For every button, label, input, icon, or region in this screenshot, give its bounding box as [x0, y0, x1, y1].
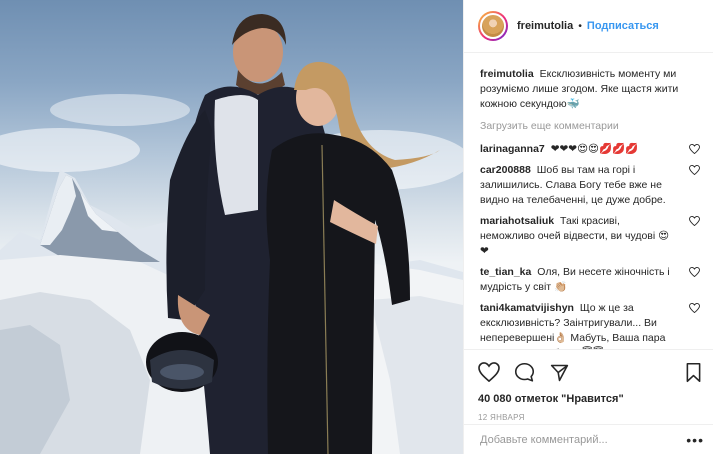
comment-username[interactable]: car200888 [480, 164, 531, 176]
comment-username[interactable]: te_tian_ka [480, 266, 531, 278]
more-options-button[interactable]: ••• [686, 432, 704, 448]
heart-icon[interactable] [478, 362, 500, 382]
comment-username[interactable]: larinaganna7 [480, 143, 545, 155]
likes-count[interactable]: 40 080 отметок "Нравится" [478, 393, 702, 405]
post-actions: 40 080 отметок "Нравится" 12 января [464, 349, 713, 422]
comment-item: te_tian_ka Оля, Ви несете жіночність і м… [480, 265, 701, 295]
mountain-couple-photo [0, 14, 463, 454]
heart-small-icon[interactable] [687, 303, 701, 313]
post-photo[interactable] [0, 0, 463, 454]
comments-list[interactable]: freimutolia Ексклюзивність моменту ми ро… [464, 53, 713, 349]
caption-username[interactable]: freimutolia [480, 68, 534, 80]
add-comment-bar: ••• [464, 424, 713, 454]
post-caption: freimutolia Ексклюзивність моменту ми ро… [480, 67, 701, 112]
heart-small-icon[interactable] [687, 144, 701, 154]
add-comment-input[interactable] [480, 433, 687, 446]
heart-small-icon[interactable] [687, 216, 701, 226]
post-sidebar: freimutolia • Подписаться freimutolia Ек… [463, 0, 713, 454]
share-icon[interactable] [549, 362, 570, 383]
post-date[interactable]: 12 января [478, 413, 702, 422]
comment-icon[interactable] [514, 362, 535, 383]
heart-small-icon[interactable] [687, 165, 701, 175]
follow-button[interactable]: Подписаться [587, 20, 659, 32]
avatar-image [480, 13, 506, 39]
heart-small-icon[interactable] [687, 267, 701, 277]
comment-text: ❤❤❤😍😍💋💋💋 [550, 143, 639, 155]
comment-item: mariahotsaliuk Такі красиві, неможливо о… [480, 214, 701, 259]
avatar[interactable] [478, 11, 508, 41]
load-more-comments-link[interactable]: Загрузить еще комментарии [480, 120, 701, 132]
comment-item: larinaganna7 ❤❤❤😍😍💋💋💋 [480, 142, 701, 157]
bookmark-icon[interactable] [685, 362, 702, 383]
comment-username[interactable]: tani4kamatvijishyn [480, 302, 574, 314]
header-username[interactable]: freimutolia [517, 20, 573, 32]
comment-item: tani4kamatvijishyn Що ж це за ексклюзивн… [480, 301, 701, 349]
post-header: freimutolia • Подписаться [464, 0, 713, 53]
comment-item: car200888 Шоб вы там на горі і залишилис… [480, 163, 701, 208]
instagram-post: freimutolia • Подписаться freimutolia Ек… [0, 0, 713, 454]
comment-username[interactable]: mariahotsaliuk [480, 215, 554, 227]
header-separator: • [578, 20, 582, 32]
